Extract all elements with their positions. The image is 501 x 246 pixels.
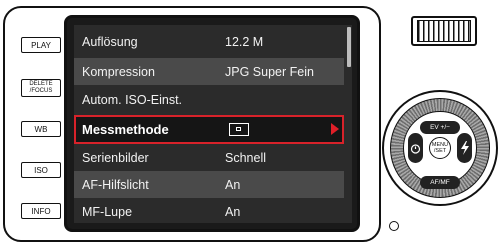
spot-metering-icon: [229, 123, 249, 136]
thumbwheel-grip: [417, 20, 471, 42]
menu-item-label: Kompression: [82, 64, 155, 79]
menu-item-kompression[interactable]: Kompression JPG Super Fein: [74, 58, 344, 85]
delete-focus-button[interactable]: DELETE /FOCUS: [21, 79, 61, 97]
flash-button[interactable]: [457, 133, 472, 163]
menu-set-button[interactable]: MENU /SET: [429, 137, 451, 159]
menu-item-aufloesung[interactable]: Auflösung 12.2 M: [74, 28, 344, 55]
menu-item-value: Schnell: [225, 150, 266, 165]
chevron-right-icon: [331, 123, 339, 135]
lcd-screen: Auflösung 12.2 M Kompression JPG Super F…: [74, 25, 352, 223]
menu-item-serienbilder[interactable]: Serienbilder Schnell: [74, 144, 344, 171]
menu-item-mf-lupe[interactable]: MF-Lupe An: [74, 198, 344, 223]
status-indicator: [389, 221, 399, 231]
scrollbar[interactable]: [347, 27, 351, 67]
flash-icon: [460, 141, 469, 155]
menu-item-label: AF-Hilfslicht: [82, 177, 149, 192]
menu-item-af-hilfslicht[interactable]: AF-Hilfslicht An: [74, 171, 344, 198]
af-mf-button[interactable]: AF/MF: [420, 176, 460, 189]
menu-item-value: JPG Super Fein: [225, 64, 314, 79]
menu-item-label: Autom. ISO-Einst.: [82, 92, 183, 107]
self-timer-icon: [410, 143, 421, 154]
ev-button[interactable]: EV +/−: [420, 121, 460, 134]
info-button[interactable]: INFO: [21, 203, 61, 219]
wb-button[interactable]: WB: [21, 121, 61, 137]
self-timer-button[interactable]: [408, 133, 423, 163]
menu-item-label: Messmethode: [82, 122, 169, 137]
menu-item-autom-iso[interactable]: Autom. ISO-Einst.: [74, 86, 344, 113]
menu-item-label: Serienbilder: [82, 150, 149, 165]
menu-item-label: MF-Lupe: [82, 204, 133, 219]
menu-item-value: An: [225, 204, 241, 219]
play-button[interactable]: PLAY: [21, 37, 61, 53]
iso-button[interactable]: ISO: [21, 162, 61, 178]
menu-item-value: 12.2 M: [225, 34, 264, 49]
menu-item-label: Auflösung: [82, 34, 138, 49]
menu-item-value: An: [225, 177, 241, 192]
menu-item-messmethode[interactable]: Messmethode: [74, 115, 344, 144]
